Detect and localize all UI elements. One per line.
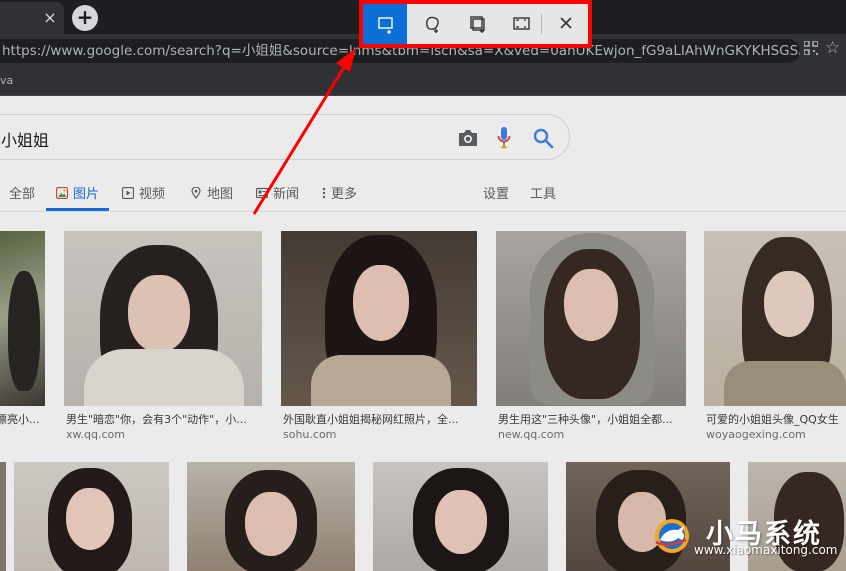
watermark-url: www.xiaomaxitong.com <box>694 543 838 557</box>
fullscreen-snip-icon <box>513 17 530 30</box>
arrow-head <box>336 48 356 72</box>
window-snip-button[interactable] <box>454 4 498 44</box>
window-snip-icon <box>470 16 485 33</box>
screen: × + https://www.google.com/search?q=小姐姐&… <box>0 0 846 571</box>
site-watermark: 小马系统 www.xiaomaxitong.com <box>646 510 846 562</box>
toolbar-separator <box>541 14 542 34</box>
arrow-shaft <box>252 63 348 215</box>
rectangular-snip-button[interactable] <box>363 4 407 44</box>
horse-logo-icon <box>655 519 689 553</box>
rectangle-snip-icon <box>378 17 393 34</box>
close-snip-button[interactable] <box>544 4 588 44</box>
annotation-arrow <box>252 48 356 215</box>
fullscreen-snip-button[interactable] <box>499 4 543 44</box>
freeform-snip-icon <box>426 16 439 33</box>
freeform-snip-button[interactable] <box>409 4 453 44</box>
snip-toolbar <box>359 0 592 48</box>
close-icon <box>560 17 572 29</box>
